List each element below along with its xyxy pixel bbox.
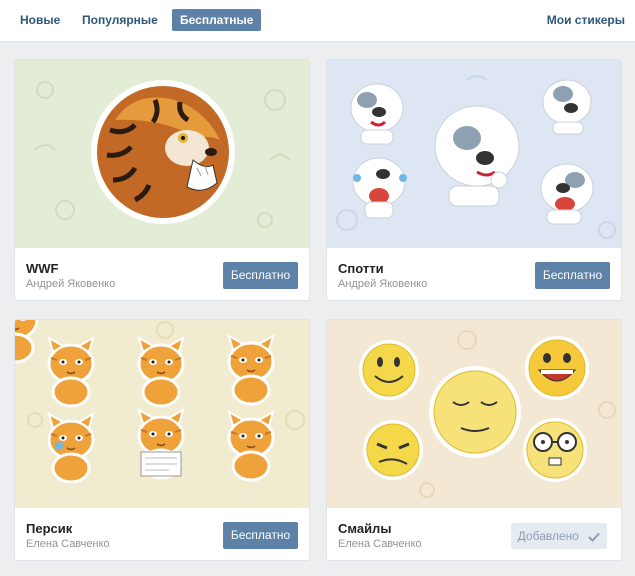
added-button[interactable]: Добавлено [511,523,607,549]
pack-author[interactable]: Елена Савченко [26,538,110,550]
free-button[interactable]: Бесплатно [535,262,610,289]
pack-title: Спотти [338,261,384,276]
tab-free[interactable]: Бесплатные [172,9,262,31]
cat-stickers-preview [15,320,309,508]
tiger-sticker-preview [15,60,309,248]
pack-title: Персик [26,521,73,536]
pack-author[interactable]: Елена Савченко [338,538,422,550]
pack-title: Смайлы [338,521,392,536]
top-navigation: Новые Популярные Бесплатные Мои стикеры [0,0,635,42]
tab-popular[interactable]: Популярные [74,9,166,31]
checkmark-icon [588,532,601,542]
sticker-pack-card[interactable]: Спотти Андрей Яковенко Бесплатно [326,59,622,301]
tab-new[interactable]: Новые [12,9,68,31]
sticker-pack-card[interactable]: Персик Елена Савченко Бесплатно [14,319,310,561]
pack-title: WWF [26,261,59,276]
sticker-pack-card[interactable]: WWF Андрей Яковенко Бесплатно [14,59,310,301]
free-button[interactable]: Бесплатно [223,522,298,549]
smiley-stickers-preview [327,320,621,508]
free-button[interactable]: Бесплатно [223,262,298,289]
pack-author[interactable]: Андрей Яковенко [26,278,115,290]
pack-author[interactable]: Андрей Яковенко [338,278,427,290]
sticker-pack-card[interactable]: Смайлы Елена Савченко Добавлено [326,319,622,561]
dog-stickers-preview [327,60,621,248]
added-label: Добавлено [517,529,579,543]
my-stickers-link[interactable]: Мои стикеры [547,9,625,31]
